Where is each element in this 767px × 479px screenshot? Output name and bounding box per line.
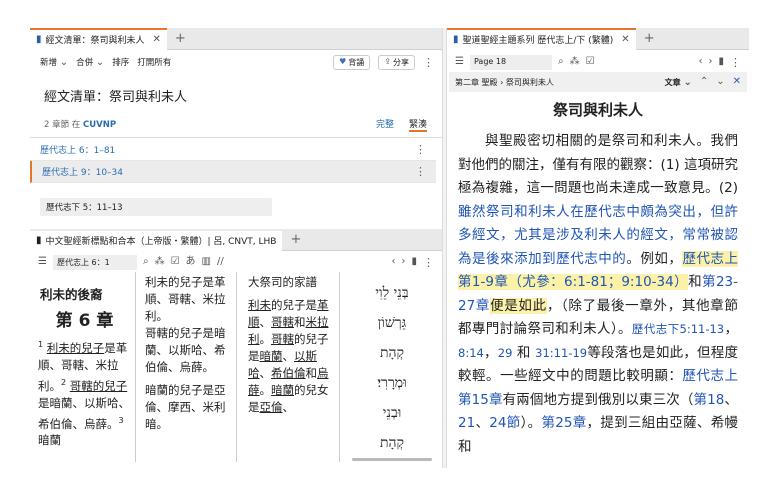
translate-icon[interactable]: あ (186, 257, 196, 267)
book-icon: ▮ (36, 234, 42, 246)
section-heading: 利未的後裔 (40, 287, 103, 302)
verse-text: 1 利未的兒子是革順、哥轄、米拉利。2 哥轄的兒子是暗蘭、以斯哈、希伯倫、烏薛。… (38, 340, 130, 448)
add-tab-button[interactable]: + (290, 232, 301, 247)
breadcrumb[interactable]: 第二章 聖殿 › 祭司與利未人 (455, 77, 554, 88)
article-title: 祭司與利未人 (552, 101, 643, 119)
people-icon[interactable]: ⁂ (570, 57, 580, 67)
chevron-left-icon[interactable]: ‹ (698, 57, 702, 67)
bible-column-2: 利未的兒子是革順、哥轄、米拉利。 哥轄的兒子是暗蘭、以斯哈、希伯倫、烏薛。 暗蘭… (141, 272, 237, 462)
chevron-up-icon[interactable]: ⌃ (700, 77, 708, 87)
merge-menu[interactable]: 合併 ⌄ (76, 56, 105, 69)
menu-icon[interactable]: ☰ (38, 257, 47, 267)
panel-icon[interactable]: ▮ (411, 257, 417, 267)
open-all-button[interactable]: 打開所有 (137, 56, 171, 68)
chevron-down-icon: ⌄ (95, 57, 105, 68)
mode-complete[interactable]: 完整 (376, 117, 394, 130)
chevron-down-icon[interactable]: ⌄ (716, 77, 724, 87)
bible-column-hebrew: בְּנֵי לֵוִי גֵּרְשׁוֹן קְהָת וּמְרָרִי׃… (375, 285, 409, 451)
people-icon[interactable]: ⁂ (155, 257, 165, 267)
share-button[interactable]: ⇪ 分享 (378, 54, 415, 70)
more-icon[interactable]: ⋮ (415, 143, 426, 156)
scroll-thumb[interactable] (748, 120, 754, 180)
list-item[interactable]: 歷代志上 6：1–81 ⋮ (30, 139, 436, 161)
more-icon[interactable]: ⋮ (730, 56, 741, 69)
more-icon[interactable]: ⋮ (415, 165, 426, 178)
close-icon[interactable]: ✕ (153, 34, 161, 45)
memorize-button[interactable]: ♥ 背誦 (333, 54, 371, 70)
chevron-right-icon[interactable]: › (708, 57, 712, 67)
list-subtitle: 2 章節 在 CUVNP (44, 120, 117, 130)
chevron-down-icon: ⌄ (59, 57, 69, 68)
bible-tab-bar: ▮ 中文聖經新標點和合本（上帝版・繁體）| 呂, CNVT, LHB + (30, 228, 442, 251)
verse-text: 利未的兒子是革順、哥轄和米拉利。哥轄的兒子是暗蘭、以斯哈、希伯倫和烏薛。暗蘭的兒… (248, 298, 329, 414)
bible-column-3: 大祭司的家譜 利未的兒子是革順、哥轄和米拉利。哥轄的兒子是暗蘭、以斯哈、希伯倫和… (244, 272, 340, 462)
text-mode-menu[interactable]: 文章 ⌄ (665, 77, 692, 88)
article-paragraph: 與聖殿密切相關的是祭司和利未人。我們對他們的關注，僅有有限的觀察：(1) 這項研… (458, 133, 739, 455)
search-icon[interactable]: ⌕ (558, 57, 564, 67)
tab-passage-list-label: 經文清單：祭司與利未人 (45, 36, 145, 46)
chevron-down-icon: ⌄ (683, 76, 692, 88)
article: 祭司與利未人 與聖殿密切相關的是祭司和利未人。我們對他們的關注，僅有有限的觀察：… (448, 95, 748, 475)
tab-bible-label: 中文聖經新標點和合本（上帝版・繁體）| 呂, CNVT, LHB (45, 237, 277, 247)
book-icon: ▮ (453, 33, 459, 45)
pane-divider[interactable] (442, 28, 447, 468)
add-tab-button[interactable]: + (644, 31, 655, 46)
mode-compact[interactable]: 緊湊 (409, 117, 428, 132)
slash-icon[interactable]: // (217, 257, 224, 267)
right-toolbar: ☰ Page 18 ⌕ ⁂ ☑ ‹ › ▮ ⋮ (449, 51, 747, 73)
left-tab-bar: ▮ 經文清單：祭司與利未人 ✕ + (30, 27, 442, 50)
tab-bible[interactable]: ▮ 中文聖經新標點和合本（上帝版・繁體）| 呂, CNVT, LHB (30, 228, 283, 251)
sort-button[interactable]: 排序 (112, 56, 129, 68)
right-tab-bar: ▮ 聖道聖經主題系列 歷代志上/下 (繁體) ✕ + (447, 27, 749, 50)
chapter-heading: 第 6 章 (55, 311, 114, 331)
bible-toolbar: ☰ 歷代志上 6：1 ⌕ ⁂ ☑ あ ▥ // ‹ › ▮ ⋮ (32, 251, 440, 273)
left-toolbar: 新增 ⌄ 合併 ⌄ 排序 打開所有 ♥ 背誦 ⇪ 分享 ⋮ (34, 51, 440, 73)
bible-column-1: 利未的後裔 第 6 章 1 利未的兒子是革順、哥轄、米拉利。2 哥轄的兒子是暗蘭… (34, 272, 136, 462)
panel-icon[interactable]: ▮ (718, 57, 724, 67)
heart-icon: ♥ (339, 57, 347, 66)
book-icon: ▮ (36, 33, 42, 45)
chevron-right-icon[interactable]: › (401, 257, 405, 267)
menu-icon[interactable]: ☰ (455, 57, 464, 67)
tab-commentary[interactable]: ▮ 聖道聖經主題系列 歷代志上/下 (繁體) ✕ (447, 27, 636, 50)
search-icon[interactable]: ⌕ (143, 257, 149, 267)
list-item-ref[interactable]: 歷代志上 6：1–81 (40, 143, 115, 156)
breadcrumb-bar: 第二章 聖殿 › 祭司與利未人 文章 ⌄ ⌃ ⌄ ✕ (449, 72, 747, 92)
checkbox-icon[interactable]: ☑ (171, 257, 180, 267)
add-tab-button[interactable]: + (175, 31, 186, 46)
horizontal-scrollbar[interactable] (352, 458, 432, 461)
tab-commentary-label: 聖道聖經主題系列 歷代志上/下 (繁體) (462, 36, 614, 46)
page-input[interactable]: Page 18 (469, 54, 552, 70)
close-icon[interactable]: ✕ (733, 77, 741, 87)
reference-input[interactable]: 歷代志上 6：1 (52, 254, 137, 270)
divider (30, 137, 442, 138)
add-passage-input[interactable]: 歷代志下 5：11–13 (40, 198, 272, 216)
checkbox-icon[interactable]: ☑ (586, 57, 595, 67)
columns-icon[interactable]: ▥ (202, 257, 211, 267)
more-icon[interactable]: ⋮ (423, 256, 434, 269)
list-item-selected[interactable]: 歷代志上 9：10–34 ⋮ (30, 161, 436, 183)
list-heading: 經文清單：祭司與利未人 (44, 90, 188, 105)
close-icon[interactable]: ✕ (621, 34, 629, 45)
chevron-left-icon[interactable]: ‹ (391, 257, 395, 267)
share-icon: ⇪ (384, 57, 391, 66)
tab-passage-list[interactable]: ▮ 經文清單：祭司與利未人 ✕ (30, 27, 167, 50)
more-icon[interactable]: ⋮ (423, 56, 434, 69)
list-item-ref[interactable]: 歷代志上 9：10–34 (42, 165, 123, 178)
version-link[interactable]: CUVNP (83, 120, 116, 130)
new-menu[interactable]: 新增 ⌄ (40, 56, 69, 69)
